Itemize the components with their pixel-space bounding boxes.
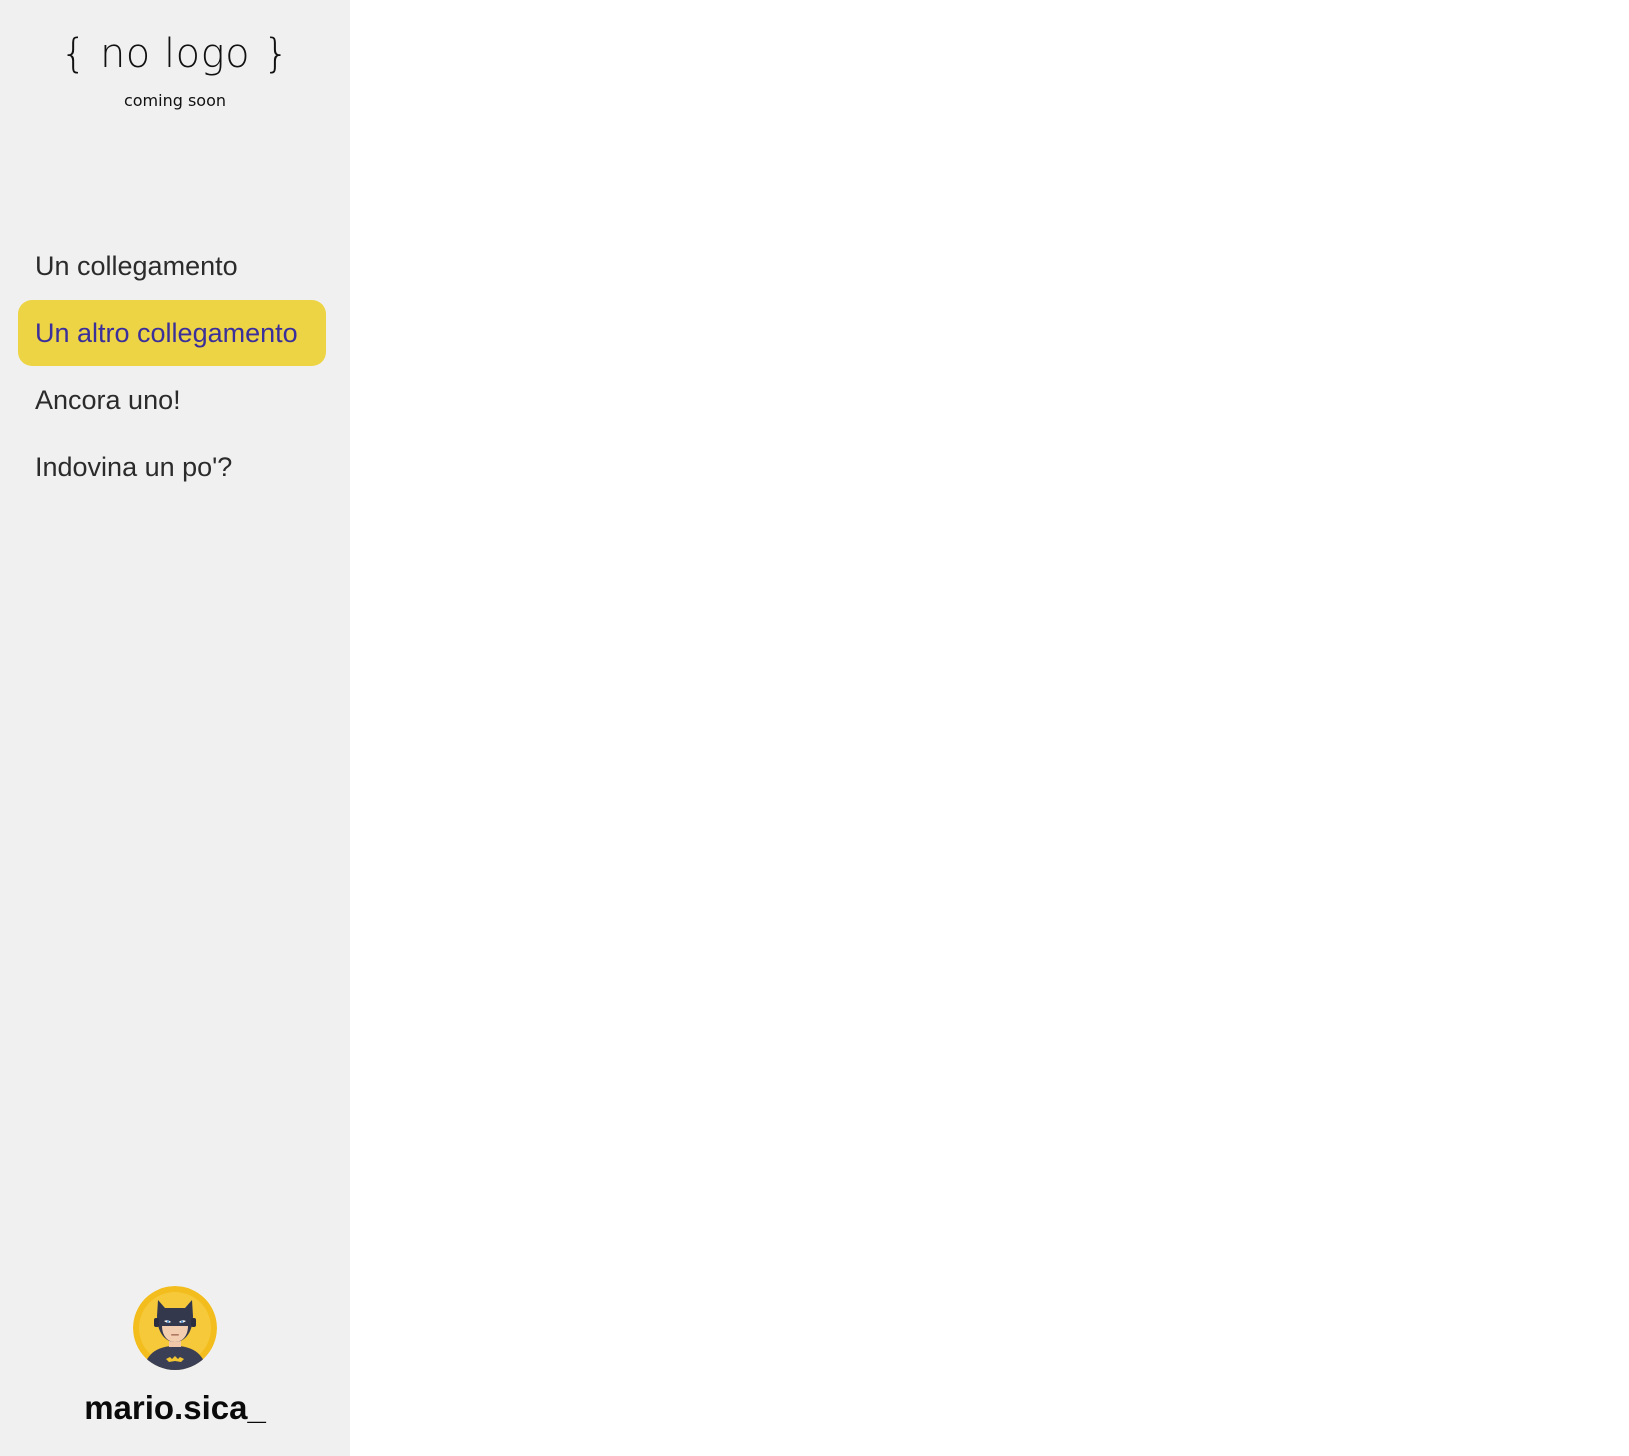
logo-subtitle: coming soon: [123, 91, 227, 110]
nav-link-un-collegamento[interactable]: Un collegamento: [18, 233, 326, 299]
main-content: [350, 0, 1629, 1456]
logo[interactable]: { no logo } coming soon: [0, 28, 350, 112]
logo-title: { no logo }: [60, 31, 290, 77]
username: mario.sica_: [84, 1389, 266, 1426]
nav-link-indovina-un-po[interactable]: Indovina un po'?: [18, 434, 326, 500]
sidebar: { no logo } coming soon Un collegamento …: [0, 0, 350, 1456]
nav-link-un-altro-collegamento[interactable]: Un altro collegamento: [18, 300, 326, 366]
user-profile[interactable]: mario.sica_: [0, 1286, 350, 1429]
sidebar-nav: Un collegamento Un altro collegamento An…: [18, 233, 326, 501]
nav-link-ancora-uno[interactable]: Ancora uno!: [18, 367, 326, 433]
app: { no logo } coming soon Un collegamento …: [0, 0, 1629, 1456]
batman-avatar-icon[interactable]: [133, 1286, 217, 1370]
